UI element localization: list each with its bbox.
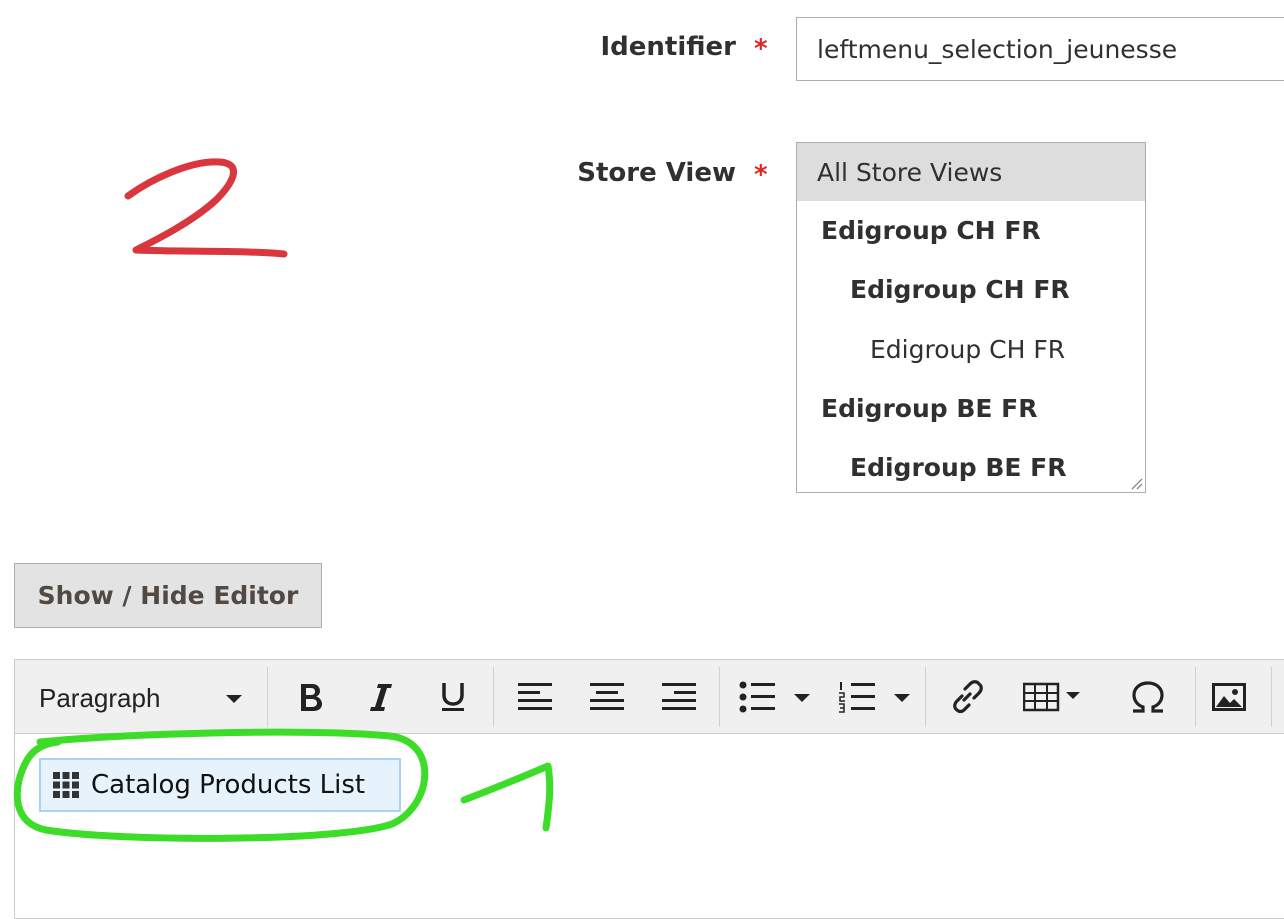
bullet-list-button[interactable] <box>733 667 817 727</box>
identifier-required-mark: * <box>754 34 768 64</box>
green-annotation-mark <box>13 728 554 842</box>
red-annotation-mark <box>124 158 288 258</box>
caret-down-icon <box>226 695 242 703</box>
image-button[interactable] <box>1201 667 1257 727</box>
image-icon <box>1212 683 1246 711</box>
store-view-label: Store View <box>577 158 736 188</box>
bold-button[interactable] <box>283 667 339 727</box>
numbered-list-button[interactable] <box>833 667 917 727</box>
underline-button[interactable] <box>425 667 481 727</box>
store-view-option[interactable]: All Store Views <box>797 143 1145 201</box>
table-button[interactable] <box>1011 667 1095 727</box>
toolbar-separator <box>1271 667 1272 727</box>
bold-icon <box>301 684 322 711</box>
resize-grip-icon[interactable] <box>1129 476 1143 490</box>
toolbar-separator <box>925 667 926 727</box>
store-view-option[interactable]: Edigroup BE FR <box>797 379 1145 438</box>
toolbar-separator <box>267 667 268 727</box>
link-icon <box>953 680 983 714</box>
show-hide-editor-button[interactable]: Show / Hide Editor <box>14 563 322 628</box>
underline-icon <box>442 683 464 711</box>
align-left-icon <box>518 683 552 710</box>
identifier-label: Identifier <box>600 32 737 62</box>
align-center-icon <box>590 683 624 710</box>
store-view-option[interactable]: Edigroup BE FR <box>797 438 1145 492</box>
numbered-list-icon <box>839 682 910 713</box>
link-button[interactable] <box>939 667 995 727</box>
table-icon <box>1023 682 1080 712</box>
toolbar-separator <box>719 667 720 727</box>
format-select-value: Paragraph <box>39 683 161 713</box>
toolbar-separator <box>493 667 494 727</box>
align-right-icon <box>662 683 696 710</box>
align-right-button[interactable] <box>651 667 707 727</box>
store-view-option[interactable]: Edigroup CH FR <box>797 320 1145 379</box>
store-view-option[interactable]: Edigroup CH FR <box>797 201 1145 260</box>
align-center-button[interactable] <box>579 667 635 727</box>
identifier-input[interactable] <box>796 17 1284 81</box>
align-left-button[interactable] <box>507 667 563 727</box>
italic-button[interactable] <box>353 667 409 727</box>
italic-icon <box>370 684 392 711</box>
store-view-option[interactable]: Edigroup CH FR <box>797 260 1145 320</box>
store-view-required-mark: * <box>754 160 768 190</box>
special-character-button[interactable] <box>1113 667 1183 727</box>
toolbar-separator <box>1195 667 1196 727</box>
special-character-icon <box>1132 681 1164 713</box>
store-view-multiselect[interactable]: All Store Views Edigroup CH FR Edigroup … <box>796 142 1146 493</box>
bullet-list-icon <box>739 681 810 713</box>
